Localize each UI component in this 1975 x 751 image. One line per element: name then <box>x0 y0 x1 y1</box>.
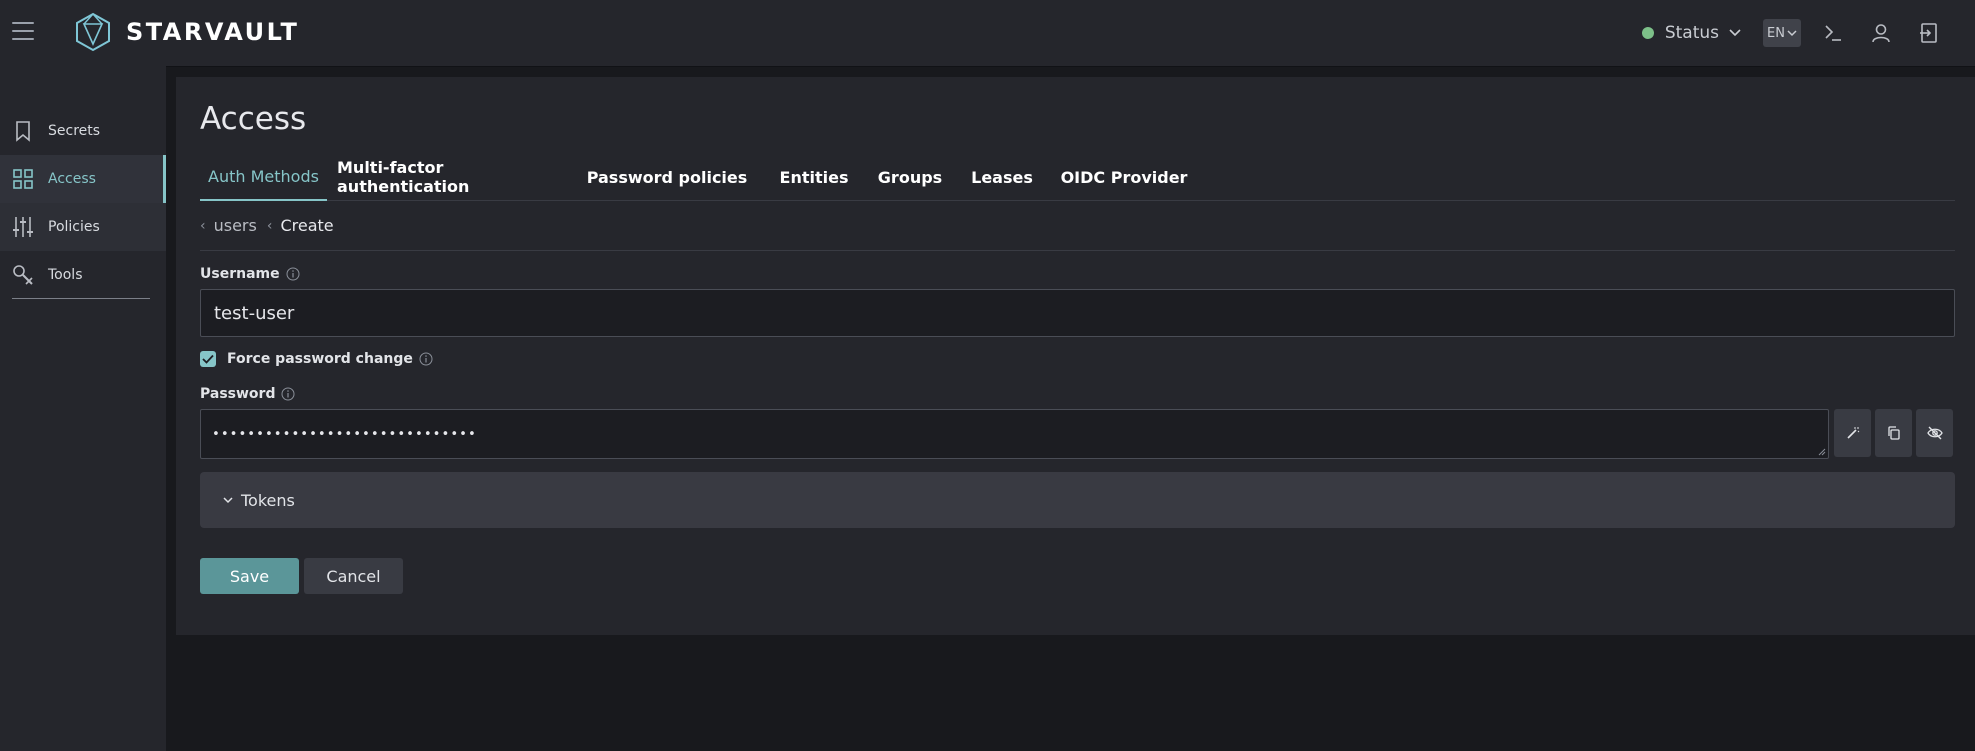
logo[interactable]: STARVAULT <box>74 12 299 52</box>
user-button[interactable] <box>1869 21 1893 45</box>
generate-password-button[interactable] <box>1834 409 1871 457</box>
sidebar-item-secrets[interactable]: Secrets <box>0 107 166 155</box>
resize-handle-icon[interactable] <box>1818 448 1826 456</box>
tokens-section-label: Tokens <box>241 490 295 510</box>
status-indicator-icon <box>1641 27 1654 39</box>
tab-auth-methods[interactable]: Auth Methods <box>200 153 327 201</box>
sidebar-item-label: Access <box>48 171 96 187</box>
tab-entities[interactable]: Entities <box>768 153 860 201</box>
logo-icon <box>76 12 110 52</box>
info-icon[interactable] <box>419 352 433 366</box>
hamburger-menu-icon[interactable] <box>12 22 34 40</box>
save-button[interactable]: Save <box>200 558 299 594</box>
chevron-down-icon <box>1787 29 1797 36</box>
tab-groups[interactable]: Groups <box>869 153 951 201</box>
tab-password-policies[interactable]: Password policies <box>576 153 758 201</box>
username-label-text: Username <box>200 266 280 282</box>
force-password-change-label: Force password change <box>227 351 413 367</box>
top-bar: STARVAULT Status EN <box>0 0 1975 66</box>
password-label-text: Password <box>200 386 276 402</box>
username-label: Username <box>200 266 300 282</box>
toggle-password-visibility-button[interactable] <box>1916 409 1953 457</box>
checkmark-icon <box>202 354 214 364</box>
user-icon <box>1872 24 1890 43</box>
chevron-down-icon <box>1729 29 1741 37</box>
password-input[interactable]: •••••••••••••••••••••••••••••• <box>200 409 1829 459</box>
copy-icon <box>1887 426 1900 440</box>
info-icon[interactable] <box>281 387 295 401</box>
logout-icon <box>1920 23 1937 43</box>
sidebar-item-label: Secrets <box>48 123 101 139</box>
terminal-icon <box>1825 25 1841 41</box>
sidebar: Secrets Access Policies Tools <box>0 66 166 751</box>
breadcrumb: ‹ users ‹ Create <box>200 201 1955 251</box>
cancel-button[interactable]: Cancel <box>304 558 403 594</box>
tools-icon <box>13 265 33 285</box>
magic-wand-icon <box>1846 427 1859 439</box>
chevron-left-icon: ‹ <box>200 217 206 234</box>
tab-multi-factor-authentication[interactable]: Multi-factor authentication <box>337 153 565 201</box>
bookmark-icon <box>16 121 30 142</box>
eye-off-icon <box>1926 426 1943 440</box>
info-icon[interactable] <box>286 267 300 281</box>
tokens-section-toggle[interactable]: Tokens <box>200 472 1955 528</box>
tab-leases[interactable]: Leases <box>961 153 1043 201</box>
sidebar-item-tools[interactable]: Tools <box>0 251 166 299</box>
tab-oidc-provider[interactable]: OIDC Provider <box>1051 153 1197 201</box>
chevron-down-icon <box>223 496 233 503</box>
sidebar-item-access[interactable]: Access <box>0 155 166 203</box>
status-label: Status <box>1664 23 1719 43</box>
copy-password-button[interactable] <box>1875 409 1912 457</box>
main-panel: Access Auth Methods Multi-factor authent… <box>176 77 1975 635</box>
force-password-change-row: Force password change <box>200 351 433 367</box>
terminal-button[interactable] <box>1821 21 1845 45</box>
logout-button[interactable] <box>1917 21 1941 45</box>
status-dropdown[interactable]: Status <box>1641 23 1741 43</box>
password-label: Password <box>200 386 295 402</box>
password-masked-value: •••••••••••••••••••••••••••••• <box>212 426 477 442</box>
force-password-change-checkbox[interactable] <box>200 351 216 367</box>
grid-icon <box>13 169 33 189</box>
sidebar-item-label: Tools <box>48 267 83 283</box>
language-selector[interactable]: EN <box>1763 19 1801 47</box>
sidebar-item-label: Policies <box>48 219 100 235</box>
username-input[interactable]: test-user <box>200 289 1955 337</box>
tab-bar: Auth Methods Multi-factor authentication… <box>200 153 1955 201</box>
sliders-icon <box>13 217 33 237</box>
username-value: test-user <box>214 302 295 324</box>
breadcrumb-link-users[interactable]: users <box>214 216 257 235</box>
sidebar-item-policies[interactable]: Policies <box>0 203 166 251</box>
language-label: EN <box>1767 25 1785 41</box>
chevron-left-icon: ‹ <box>266 217 273 234</box>
breadcrumb-current: Create <box>280 216 334 235</box>
sidebar-divider <box>12 298 150 299</box>
page-title: Access <box>200 101 307 137</box>
logo-text: STARVAULT <box>126 18 300 46</box>
